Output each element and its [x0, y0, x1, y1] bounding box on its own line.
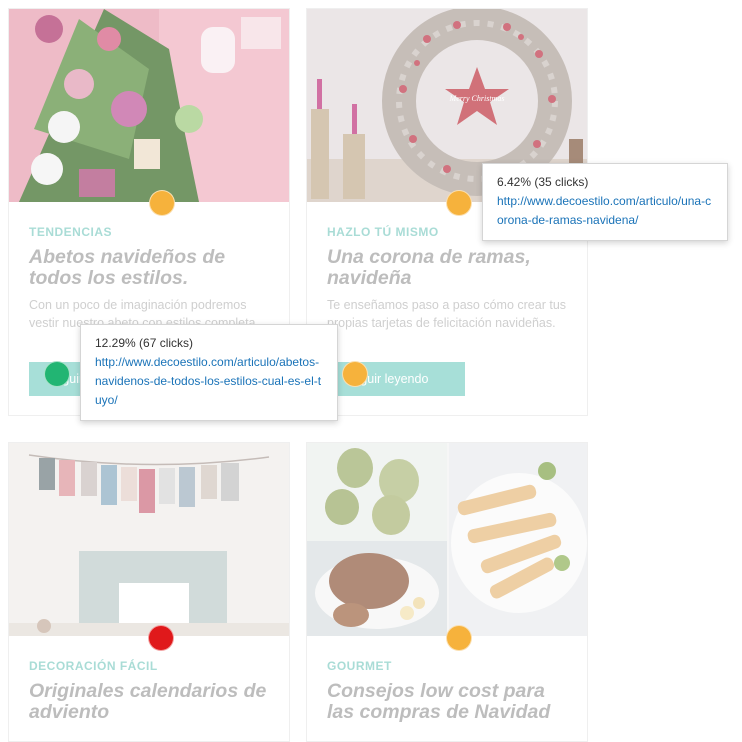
article-title[interactable]: Originales calendarios de adviento [29, 681, 279, 723]
click-dot-card2-button[interactable] [342, 361, 368, 387]
article-category[interactable]: HAZLO TÚ MISMO [327, 225, 439, 239]
click-tooltip-card1: 12.29% (67 clicks) http://www.decoestilo… [80, 324, 338, 421]
article-image-food[interactable] [307, 443, 587, 636]
article-image-advent-calendar[interactable] [9, 443, 289, 636]
click-dot-card1-button[interactable] [44, 361, 70, 387]
article-excerpt: Te enseñamos paso a paso cómo crear tus … [327, 298, 567, 330]
article-card-gourmet: GOURMET Consejos low cost para las compr… [306, 442, 588, 742]
article-category[interactable]: DECORACIÓN FÁCIL [29, 659, 158, 673]
article-card-calendarios: DECORACIÓN FÁCIL Originales calendarios … [8, 442, 290, 742]
tooltip-link[interactable]: http://www.decoestilo.com/articulo/una-c… [497, 192, 713, 230]
article-title[interactable]: Una corona de ramas, navideña [327, 247, 577, 289]
article-title[interactable]: Abetos navideños de todos los estilos. [29, 247, 279, 289]
click-dot-card4-image[interactable] [446, 625, 472, 651]
click-dot-card1-image[interactable] [149, 190, 175, 216]
click-tooltip-card2: 6.42% (35 clicks) http://www.decoestilo.… [482, 163, 728, 241]
article-category[interactable]: GOURMET [327, 659, 392, 673]
article-title[interactable]: Consejos low cost para las compras de Na… [327, 681, 577, 723]
tooltip-link[interactable]: http://www.decoestilo.com/articulo/abeto… [95, 353, 323, 410]
article-image-christmas-tree[interactable] [9, 9, 289, 202]
tooltip-click-stat: 6.42% (35 clicks) [497, 175, 589, 189]
click-dot-card3-image[interactable] [148, 625, 174, 651]
article-category[interactable]: TENDENCIAS [29, 225, 112, 239]
tooltip-click-stat: 12.29% (67 clicks) [95, 336, 194, 350]
click-dot-card2-image[interactable] [446, 190, 472, 216]
